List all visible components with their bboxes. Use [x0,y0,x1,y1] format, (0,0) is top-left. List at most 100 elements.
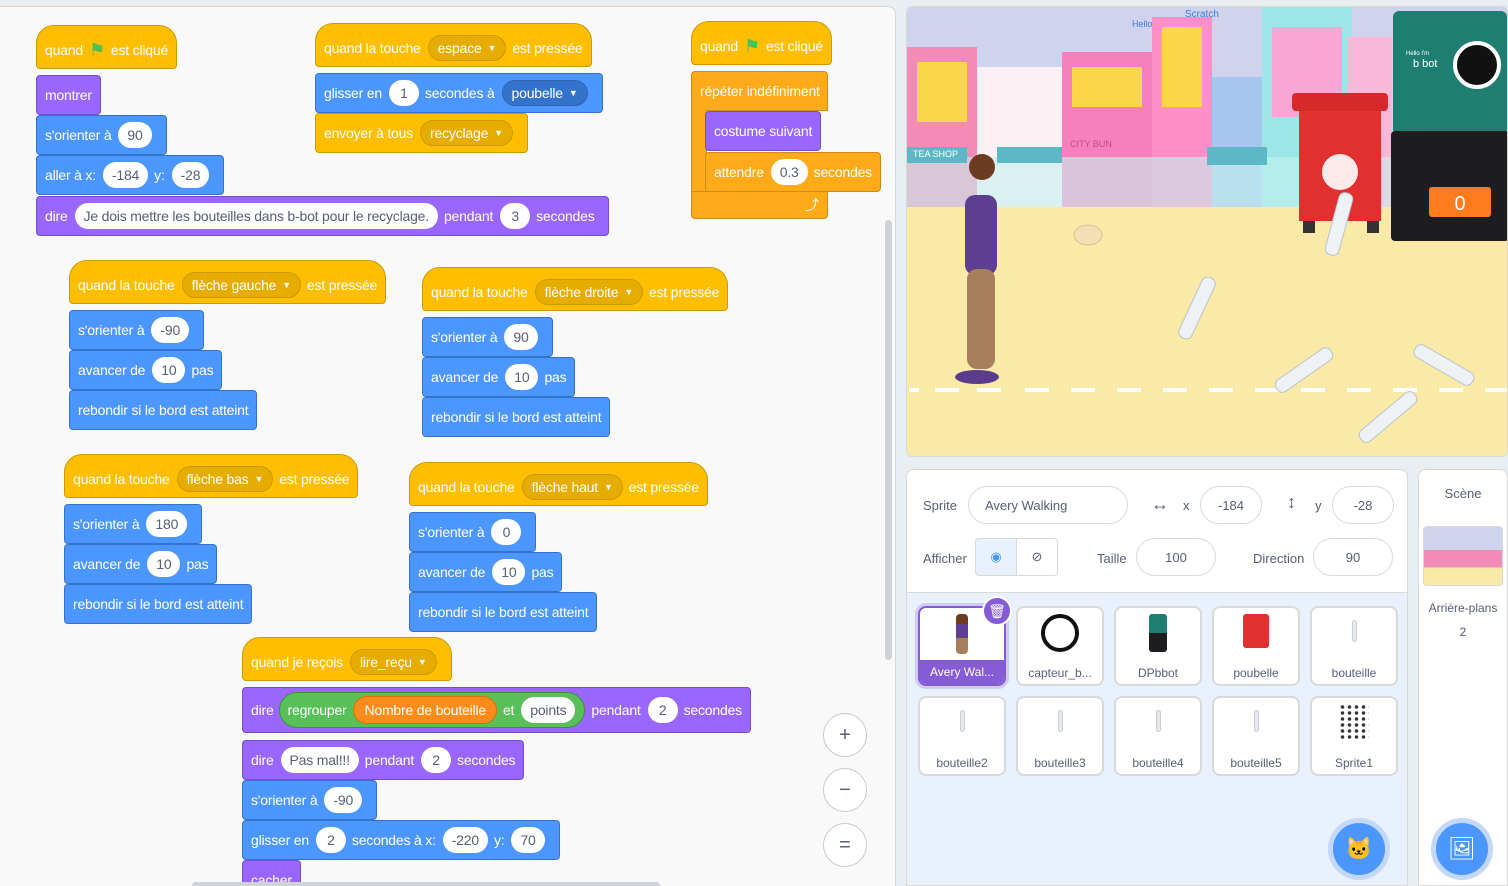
block-label: montrer [45,87,92,103]
move-steps-block[interactable]: avancer de 10 pas [422,357,576,397]
stage[interactable]: TEA SHOP CITY BUN Scratch Hello b bot He… [906,6,1508,457]
direction-input[interactable]: -90 [151,317,190,343]
bounce-block[interactable]: rebondir si le bord est atteint [409,592,598,632]
say-for-secs-block[interactable]: dire regrouper Nombre de bouteille et po… [242,687,751,733]
zoom-reset-button[interactable]: = [823,823,867,867]
sprite-name-input[interactable]: Avery Walking [968,486,1128,524]
sprite-tile[interactable]: Sprite1 [1310,696,1398,776]
direction-input[interactable]: -90 [324,787,363,813]
bounce-block[interactable]: rebondir si le bord est atteint [64,584,253,624]
variable-reporter[interactable]: Nombre de bouteille [353,696,497,724]
point-direction-block[interactable]: s'orienter à 90 [36,115,167,155]
choose-sprite-button[interactable]: 🐱 [1328,818,1390,880]
delete-sprite-button[interactable]: 🗑 [982,596,1012,626]
when-flag-clicked-hat[interactable]: quand ⚑ est cliqué [36,25,178,69]
dropdown-value: flèche gauche [191,277,277,293]
say-for-secs-block[interactable]: dire Je dois mettre les bouteilles dans … [36,196,609,236]
seconds-input[interactable]: 1 [388,80,419,106]
seconds-input[interactable]: 2 [421,747,452,773]
dropdown-value: lire_reçu [359,654,412,670]
sprite-tile[interactable]: poubelle [1212,606,1300,686]
move-steps-block[interactable]: avancer de 10 pas [409,552,563,592]
sprite-tile[interactable]: bouteille2 [918,696,1006,776]
zoom-in-button[interactable]: + [823,713,867,757]
forever-block[interactable]: répéter indéfiniment [691,71,828,111]
key-dropdown[interactable]: flèche droite ▼ [534,279,644,305]
key-dropdown[interactable]: flèche gauche ▼ [181,272,301,298]
key-dropdown[interactable]: flèche bas ▼ [176,466,274,492]
seconds-input[interactable]: 0.3 [770,159,808,185]
message-input[interactable]: Je dois mettre les bouteilles dans b-bot… [74,203,438,229]
when-key-pressed-hat[interactable]: quand la touche espace ▼ est pressée [315,23,592,67]
point-direction-block[interactable]: s'orienter à 180 [64,504,203,544]
steps-input[interactable]: 10 [147,551,181,577]
y-input[interactable]: -28 [171,162,210,188]
direction-input[interactable]: 90 [118,122,152,148]
sprite-tile[interactable]: bouteille3 [1016,696,1104,776]
block-label: pas [191,362,214,378]
seconds-input[interactable]: 2 [647,697,678,723]
next-costume-block[interactable]: costume suivant [705,111,822,151]
move-steps-block[interactable]: avancer de 10 pas [69,350,223,390]
move-steps-block[interactable]: avancer de 10 pas [64,544,218,584]
join-block[interactable]: regrouper Nombre de bouteille et points [278,692,586,728]
sprite-tile[interactable]: capteur_b... [1016,606,1104,686]
when-i-receive-hat[interactable]: quand je reçois lire_reçu ▼ [242,637,452,681]
show-visible-button[interactable]: ◉ [975,538,1017,576]
block-label: attendre [714,164,764,180]
when-key-pressed-hat[interactable]: quand la touche flèche haut ▼ est pressée [409,462,708,506]
when-key-pressed-hat[interactable]: quand la touche flèche bas ▼ est pressée [64,454,359,498]
point-direction-block[interactable]: s'orienter à -90 [242,780,378,820]
point-direction-block[interactable]: s'orienter à 90 [422,317,553,357]
backdrop-thumbnail[interactable] [1423,526,1503,586]
target-dropdown[interactable]: poubelle ▼ [501,80,588,106]
bounce-block[interactable]: rebondir si le bord est atteint [422,397,611,437]
vertical-scrollbar[interactable] [885,220,892,660]
direction-input[interactable]: 90 [504,324,538,350]
key-dropdown[interactable]: flèche haut ▼ [521,474,623,500]
when-key-pressed-hat[interactable]: quand la touche flèche droite ▼ est press… [422,267,729,311]
x-input[interactable]: -184 [102,162,149,188]
wait-block[interactable]: attendre 0.3 secondes [705,152,881,192]
message-input[interactable]: Pas mal!!! [280,747,359,773]
when-flag-clicked-hat[interactable]: quand ⚑ est cliqué [691,21,833,65]
point-direction-block[interactable]: s'orienter à 0 [409,512,537,552]
bounce-block[interactable]: rebondir si le bord est atteint [69,390,258,430]
size-input[interactable]: 100 [1136,538,1216,576]
direction-input[interactable]: 0 [491,519,522,545]
bbot-machine-sprite [1391,11,1507,241]
key-dropdown[interactable]: espace ▼ [427,35,507,61]
glide-xy-block[interactable]: glisser en 2 secondes à x: -220 y: 70 [242,820,560,860]
sprite-tile[interactable]: DPbbot [1114,606,1202,686]
direction-input[interactable]: 90 [1313,538,1393,576]
goto-xy-block[interactable]: aller à x: -184 y: -28 [36,155,225,195]
message-dropdown[interactable]: recyclage ▼ [420,120,513,146]
steps-input[interactable]: 10 [505,364,539,390]
steps-input[interactable]: 10 [152,357,186,383]
point-direction-block[interactable]: s'orienter à -90 [69,310,205,350]
say-for-secs-block[interactable]: dire Pas mal!!! pendant 2 secondes [242,740,525,780]
code-area[interactable]: quand ⚑ est cliqué montrer s'orienter à … [0,6,896,886]
glide-to-block[interactable]: glisser en 1 secondes à poubelle ▼ [315,73,603,113]
message-dropdown[interactable]: lire_reçu ▼ [349,649,437,675]
x-input[interactable]: -220 [442,827,488,853]
text-input[interactable]: points [521,697,576,723]
y-input[interactable]: 70 [511,827,545,853]
show-hidden-button[interactable]: ⊘ [1016,538,1058,576]
x-input[interactable]: -184 [1200,486,1262,524]
steps-input[interactable]: 10 [492,559,526,585]
seconds-input[interactable]: 3 [500,203,531,229]
sprite-tile[interactable]: bouteille [1310,606,1398,686]
seconds-input[interactable]: 2 [315,827,346,853]
sprite-tile[interactable]: bouteille4 [1114,696,1202,776]
show-block[interactable]: montrer [36,75,101,115]
choose-backdrop-button[interactable]: 🖼 [1431,818,1493,880]
sprite-tile[interactable]: bouteille5 [1212,696,1300,776]
zoom-out-button[interactable]: − [823,768,867,812]
broadcast-block[interactable]: envoyer à tous recyclage ▼ [315,113,528,153]
when-key-pressed-hat[interactable]: quand la touche flèche gauche ▼ est press… [69,260,387,304]
direction-input[interactable]: 180 [146,511,188,537]
sprite-tile-name: capteur_b... [1028,666,1092,680]
horizontal-scrollbar[interactable] [192,882,660,886]
y-input[interactable]: -28 [1332,486,1394,524]
